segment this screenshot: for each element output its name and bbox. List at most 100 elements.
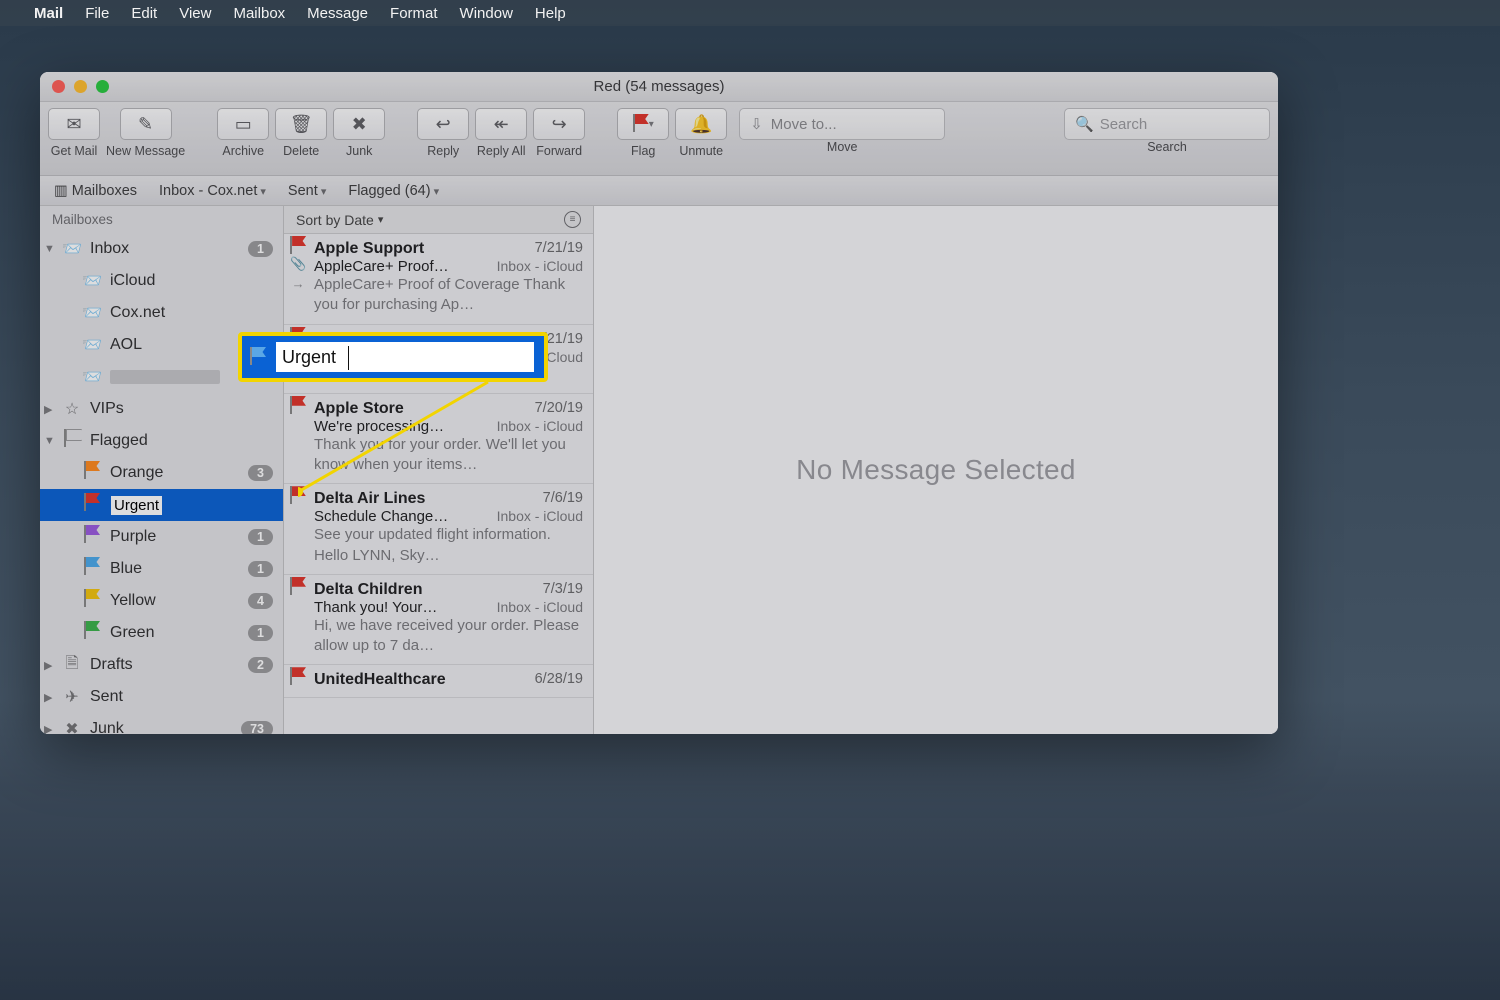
flag-label: Green [110, 624, 154, 642]
fav-inbox[interactable]: Inbox - Cox.net [159, 183, 266, 199]
mailbox-icon: 📨 [82, 335, 102, 355]
sidebar-flag-orange[interactable]: Orange3 [40, 457, 283, 489]
sidebar-account-cox[interactable]: 📨Cox.net [40, 297, 283, 329]
fav-mailboxes[interactable]: ▥ Mailboxes [54, 183, 137, 199]
flag-icon [84, 625, 100, 637]
message-row[interactable]: Apple Store7/20/19We're processing…Inbox… [284, 394, 593, 485]
star-icon: ☆ [62, 399, 82, 419]
reply-all-button[interactable]: ↞Reply All [475, 108, 527, 158]
new-message-button[interactable]: ✎New Message [106, 108, 185, 158]
flag-icon [84, 561, 100, 573]
zoom-button[interactable] [96, 80, 109, 93]
sidebar-junk[interactable]: ▶✖︎Junk73 [40, 713, 283, 734]
message-row[interactable]: Delta Air Lines7/6/19Schedule Change…Inb… [284, 484, 593, 575]
move-button[interactable]: ⇩Move to... Move [739, 108, 945, 154]
date: 7/6/19 [543, 490, 583, 508]
date: 7/21/19 [535, 240, 583, 258]
menubar[interactable]: Mail File Edit View Mailbox Message Form… [0, 0, 1500, 26]
sidebar-flag-green[interactable]: Green 1 [40, 617, 283, 649]
sidebar-flag-yellow[interactable]: Yellow4 [40, 585, 283, 617]
envelope-icon: ✉︎ [66, 114, 81, 135]
mailbox-icon: 📨 [82, 367, 102, 387]
subject: AppleCare+ Proof… [314, 258, 449, 275]
flag-label: Purple [110, 528, 156, 546]
menu-edit[interactable]: Edit [131, 5, 157, 22]
message-row[interactable]: UnitedHealthcare 6/28/19 [284, 665, 593, 698]
flag-icon [290, 490, 306, 502]
flag-icon [84, 593, 100, 605]
flag-icon [64, 433, 80, 445]
titlebar[interactable]: Red (54 messages) [40, 72, 1278, 102]
sidebar-drafts[interactable]: ▶🗎Drafts2 [40, 649, 283, 681]
date: 7/20/19 [535, 400, 583, 418]
date: 6/28/19 [535, 671, 583, 689]
sidebar-flag-blue[interactable]: Blue1 [40, 553, 283, 585]
message-row[interactable]: Delta Children 7/3/19 Thank you! Your… Inbo… [284, 575, 593, 666]
sent-icon: ✈︎ [62, 687, 82, 707]
flag-icon [290, 240, 306, 252]
message-row[interactable]: 📎→Apple Support7/21/19AppleCare+ Proof…I… [284, 234, 593, 325]
subject: Thank you! Your… [314, 599, 437, 616]
preview: Hi, we have received your order. Please … [314, 616, 583, 657]
menu-file[interactable]: File [85, 5, 109, 22]
flag-button[interactable]: ▾Flag [617, 108, 669, 158]
subject: We're processing… [314, 418, 444, 435]
from: Apple Support [314, 240, 424, 258]
minimize-button[interactable] [74, 80, 87, 93]
junk-icon: ✖︎ [352, 114, 367, 135]
preview: Thank you for your order. We'll let you … [314, 435, 583, 476]
location: Inbox - iCloud [497, 599, 583, 616]
menu-help[interactable]: Help [535, 5, 566, 22]
sort-bar[interactable]: Sort by Date▾ ≡ [284, 206, 593, 234]
sidebar-flag-purple[interactable]: Purple 1 [40, 521, 283, 553]
rename-input[interactable]: Urgent [274, 340, 536, 374]
flag-icon [84, 497, 100, 509]
junk-button[interactable]: ✖︎Junk [333, 108, 385, 158]
mailbox-icon: 📨 [82, 271, 102, 291]
from: Apple Store [314, 400, 404, 418]
close-button[interactable] [52, 80, 65, 93]
sidebar-inbox[interactable]: ▼📨 Inbox1 [40, 233, 283, 265]
menu-mailbox[interactable]: Mailbox [233, 5, 285, 22]
flag-rename-input[interactable]: Urgent [110, 495, 163, 516]
sidebar-account-icloud[interactable]: 📨iCloud [40, 265, 283, 297]
forward-button[interactable]: ↪Forward [533, 108, 585, 158]
preview: See your updated flight information. Hel… [314, 525, 583, 566]
menu-format[interactable]: Format [390, 5, 438, 22]
chevron-down-icon: ▾ [378, 213, 384, 226]
get-mail-button[interactable]: ✉︎Get Mail [48, 108, 100, 158]
mailbox-icon: 📨 [82, 303, 102, 323]
reply-button[interactable]: ↩Reply [417, 108, 469, 158]
unmute-button[interactable]: 🔔Unmute [675, 108, 727, 158]
sidebar-sent[interactable]: ▶✈︎Sent [40, 681, 283, 713]
from: Delta Children [314, 581, 422, 599]
empty-state-text: No Message Selected [796, 454, 1076, 486]
archive-button[interactable]: ▭Archive [217, 108, 269, 158]
menu-app[interactable]: Mail [34, 5, 63, 22]
flag-label: Blue [110, 560, 142, 578]
from: UnitedHealthcare [314, 671, 446, 689]
replied-icon: → [292, 276, 305, 291]
search-button[interactable]: 🔍Search Search [1064, 108, 1270, 154]
sidebar-flagged[interactable]: ▼Flagged [40, 425, 283, 457]
menu-message[interactable]: Message [307, 5, 368, 22]
inbox-icon: 📨 [62, 239, 82, 259]
fav-sent[interactable]: Sent [288, 183, 326, 199]
location: Inbox - iCloud [497, 258, 583, 275]
flag-icon [84, 465, 100, 477]
badge: 1 [248, 625, 273, 641]
reading-pane: No Message Selected [594, 206, 1278, 734]
search-icon: 🔍 [1075, 115, 1094, 133]
date: 7/3/19 [543, 581, 583, 599]
menu-window[interactable]: Window [460, 5, 513, 22]
sidebar-flag-urgent[interactable]: Urgent [40, 489, 283, 521]
menu-view[interactable]: View [179, 5, 211, 22]
sidebar-vips[interactable]: ▶☆VIPs [40, 393, 283, 425]
subject: Schedule Change… [314, 508, 448, 525]
filter-icon[interactable]: ≡ [564, 211, 581, 228]
junk-icon: ✖︎ [62, 719, 82, 734]
fav-flagged[interactable]: Flagged (64) [348, 183, 439, 199]
delete-button[interactable]: 🗑Delete [275, 108, 327, 158]
sidebar-header: Mailboxes [40, 206, 283, 233]
badge: 1 [248, 529, 273, 545]
